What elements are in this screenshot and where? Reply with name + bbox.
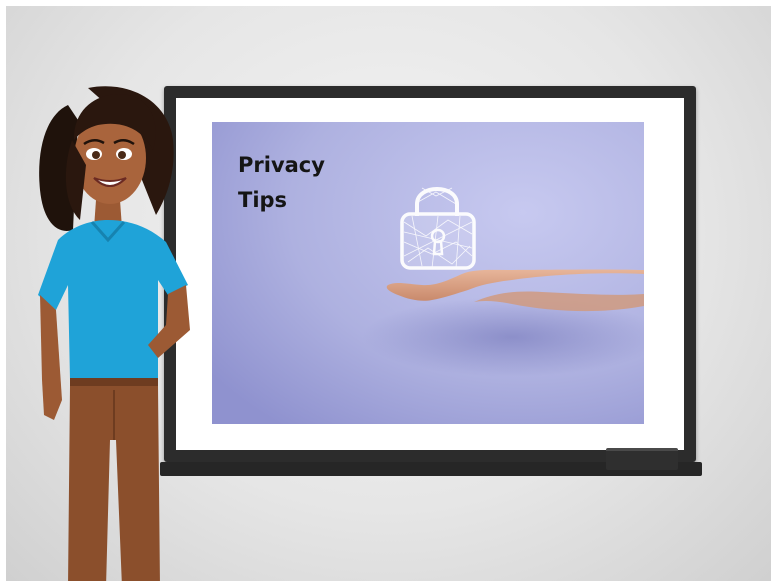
whiteboard-eraser [606,448,678,470]
whiteboard: Privacy Tips [164,86,696,462]
whiteboard-surface: Privacy Tips [176,98,684,450]
scene: Privacy Tips [0,0,777,587]
slide-title: Privacy Tips [238,153,325,212]
slide-image: Privacy Tips [212,122,644,424]
presenter-character [38,86,190,587]
